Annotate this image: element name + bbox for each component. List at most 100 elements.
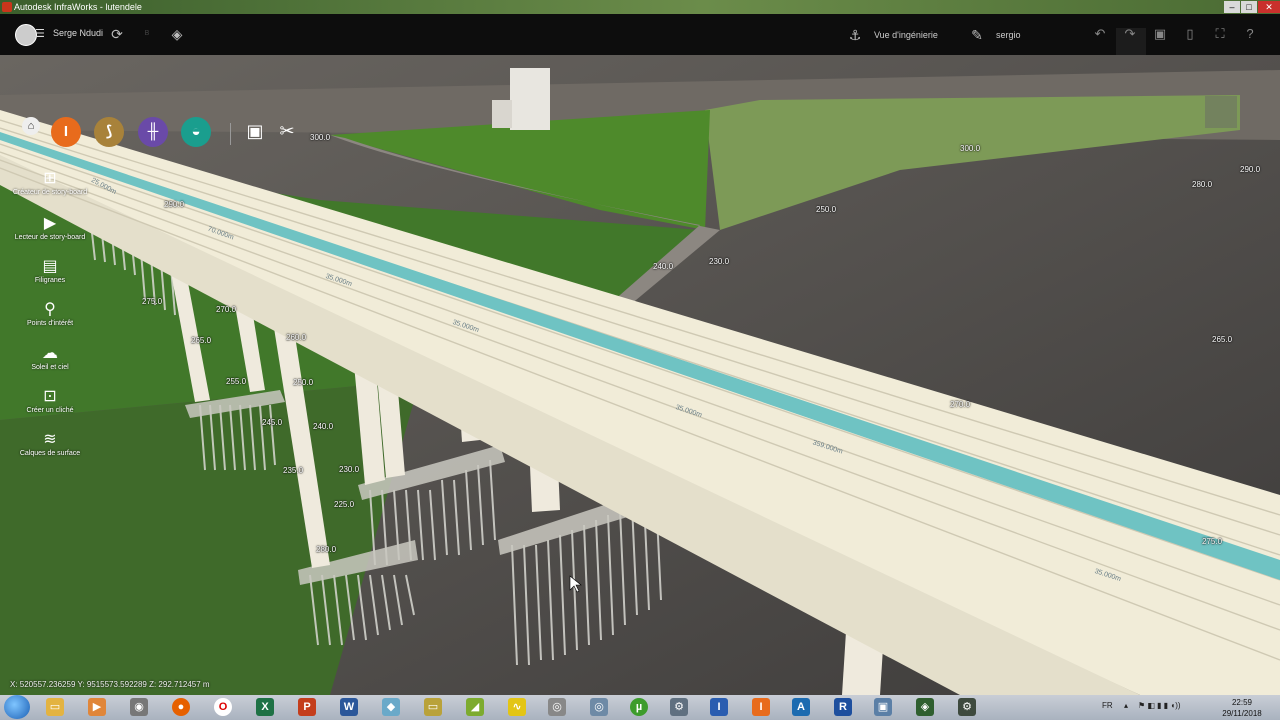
taskbar-opera[interactable]: O <box>206 697 240 718</box>
contour-label: 290.0 <box>1240 165 1261 174</box>
side-item-surface-layers[interactable]: ≋ Calques de surface <box>0 431 100 458</box>
taskbar-app[interactable]: ⚙ <box>950 697 984 718</box>
storyboard-creator-icon: ⊞ <box>43 170 57 187</box>
building <box>510 68 550 130</box>
tray-icons[interactable]: ⚑ ◧ ▮ ▮ ◖)) <box>1138 701 1181 710</box>
contour-label: 290.0 <box>164 200 185 209</box>
scene-render <box>0 55 1280 695</box>
minimize-button[interactable]: – <box>1224 1 1240 13</box>
contour-label: 265.0 <box>191 336 212 345</box>
engineering-view-label[interactable]: Vue d'ingénierie <box>874 30 938 40</box>
close-button[interactable]: ✕ <box>1258 1 1280 13</box>
book-icon[interactable]: ▯ <box>1181 26 1199 42</box>
3d-viewport[interactable]: ⌂ I ⟆ ╫ ◒ ▣ ✂ 300.0 ⊞ Créateur de story-… <box>0 55 1280 695</box>
contour-label: 230.0 <box>709 257 730 266</box>
present-icon[interactable]: ▣ <box>244 121 266 142</box>
contour-label: 250.0 <box>293 378 314 387</box>
home-icon[interactable]: ⌂ <box>22 117 40 135</box>
user-name: Serge Ndudi <box>53 28 104 38</box>
contour-label: 275.0 <box>1202 537 1223 546</box>
windows-taskbar: ▭ ▶ ◉ ● O X P W ◆ ▭ ◢ ∿ ◎ ◎ µ ⚙ I I A R … <box>0 695 1280 720</box>
contour-label: 235.0 <box>283 466 304 475</box>
contour-label: 265.0 <box>1212 335 1233 344</box>
contour-label: 260.0 <box>286 333 307 342</box>
taskbar-app[interactable]: ◎ <box>540 697 574 718</box>
taskbar-autocad[interactable]: A <box>784 697 818 718</box>
start-button[interactable] <box>4 695 30 719</box>
side-item-snapshot[interactable]: ⊡ Créer un cliché <box>0 388 100 415</box>
taskbar-app[interactable]: ◢ <box>458 697 492 718</box>
side-item-watermarks[interactable]: ▤ Filigranes <box>0 258 100 285</box>
fullscreen-icon[interactable]: ⛶ <box>1211 26 1229 42</box>
contour-label: 270.0 <box>216 305 237 314</box>
sync-icon[interactable]: ⟳ <box>108 25 126 43</box>
taskbar-powerpoint[interactable]: P <box>290 697 324 718</box>
taskbar-media-player[interactable]: ▶ <box>80 697 114 718</box>
taskbar-infraworks[interactable]: I <box>702 697 736 718</box>
toolbar-separator <box>230 123 231 145</box>
taskbar-app[interactable]: ▭ <box>416 697 450 718</box>
undo-icon[interactable]: ↶ <box>1091 26 1109 42</box>
b-icon[interactable]: B <box>138 25 156 43</box>
contour-label: 225.0 <box>334 500 355 509</box>
taskbar-app[interactable]: ◎ <box>582 697 616 718</box>
panel-icon[interactable]: ▣ <box>1151 26 1169 42</box>
tray-expand-icon[interactable]: ▴ <box>1124 701 1128 710</box>
taskbar-app[interactable]: ◈ <box>908 697 942 718</box>
infraworks-app-icon <box>2 2 12 12</box>
side-item-storyboard-player[interactable]: ▶ Lecteur de story-board <box>0 215 100 242</box>
taskbar-app[interactable]: ▣ <box>866 697 900 718</box>
infrastructure-tool-icon[interactable]: I <box>51 117 81 147</box>
contour-label: 230.0 <box>339 465 360 474</box>
tools-icon[interactable]: ✂ <box>276 121 298 142</box>
contour-label: 300.0 <box>960 144 981 153</box>
taskbar-utorrent[interactable]: µ <box>622 697 656 718</box>
taskbar-app[interactable]: ◉ <box>122 697 156 718</box>
side-item-points-of-interest[interactable]: ⚲ Points d'intérêt <box>0 301 100 328</box>
window-controls: – □ ✕ <box>1223 0 1280 14</box>
taskbar-explorer[interactable]: ▭ <box>38 697 72 718</box>
contour-label: 250.0 <box>816 205 837 214</box>
cursor-coordinates: X: 520557.236259 Y: 9515573.592289 Z: 29… <box>10 680 210 689</box>
contour-label: 240.0 <box>313 422 334 431</box>
side-item-sun-sky[interactable]: ☁ Soleil et ciel <box>0 345 100 372</box>
taskbar-clock[interactable]: 22:59 29/11/2018 <box>1212 697 1272 719</box>
taskbar-app[interactable]: ∿ <box>500 697 534 718</box>
maximize-button[interactable]: □ <box>1241 1 1257 13</box>
contour-label: 255.0 <box>226 377 247 386</box>
roadway-tool-icon[interactable]: ⟆ <box>94 117 124 147</box>
sun-sky-icon: ☁ <box>42 345 58 362</box>
redo-icon[interactable]: ↷ <box>1121 26 1139 42</box>
taskbar-app[interactable]: ⚙ <box>662 697 696 718</box>
taskbar-app[interactable]: ◆ <box>374 697 408 718</box>
contour-label: 280.0 <box>316 545 337 554</box>
view-cube[interactable] <box>1205 96 1237 128</box>
user-avatar[interactable] <box>15 24 37 46</box>
contour-label: 280.0 <box>1192 180 1213 189</box>
points-of-interest-icon: ⚲ <box>44 301 56 318</box>
app-header: ☰ Serge Ndudi ⟳ B ◈ ⚓ Vue d'ingénierie ✎… <box>0 14 1280 69</box>
surface-layers-icon: ≋ <box>43 431 57 448</box>
cube-icon[interactable]: ◈ <box>168 25 186 43</box>
engineering-view-icon[interactable]: ⚓ <box>846 26 864 44</box>
edit-account-icon[interactable]: ✎ <box>968 26 986 44</box>
building-annex <box>492 100 512 128</box>
contour-label: 270.0 <box>950 400 971 409</box>
taskbar-firefox[interactable]: ● <box>164 697 198 718</box>
storyboard-player-icon: ▶ <box>43 215 57 232</box>
bridge-tool-icon[interactable]: ╫ <box>138 117 168 147</box>
drainage-tool-icon[interactable]: ◒ <box>181 117 211 147</box>
taskbar-excel[interactable]: X <box>248 697 282 718</box>
account-label[interactable]: sergio <box>996 30 1021 40</box>
contour-label: 275.0 <box>142 297 163 306</box>
contour-label: 245.0 <box>262 418 283 427</box>
window-title: Autodesk InfraWorks - lutendele <box>14 2 142 12</box>
menu-icon[interactable]: ☰ <box>35 28 45 40</box>
help-icon[interactable]: ? <box>1241 26 1259 41</box>
camera-icon: ⊡ <box>43 388 57 405</box>
taskbar-infraworks-active[interactable]: I <box>744 697 778 718</box>
language-indicator[interactable]: FR <box>1102 701 1113 710</box>
taskbar-word[interactable]: W <box>332 697 366 718</box>
side-item-storyboard-creator[interactable]: ⊞ Créateur de story-board <box>0 170 100 197</box>
taskbar-revit[interactable]: R <box>826 697 860 718</box>
